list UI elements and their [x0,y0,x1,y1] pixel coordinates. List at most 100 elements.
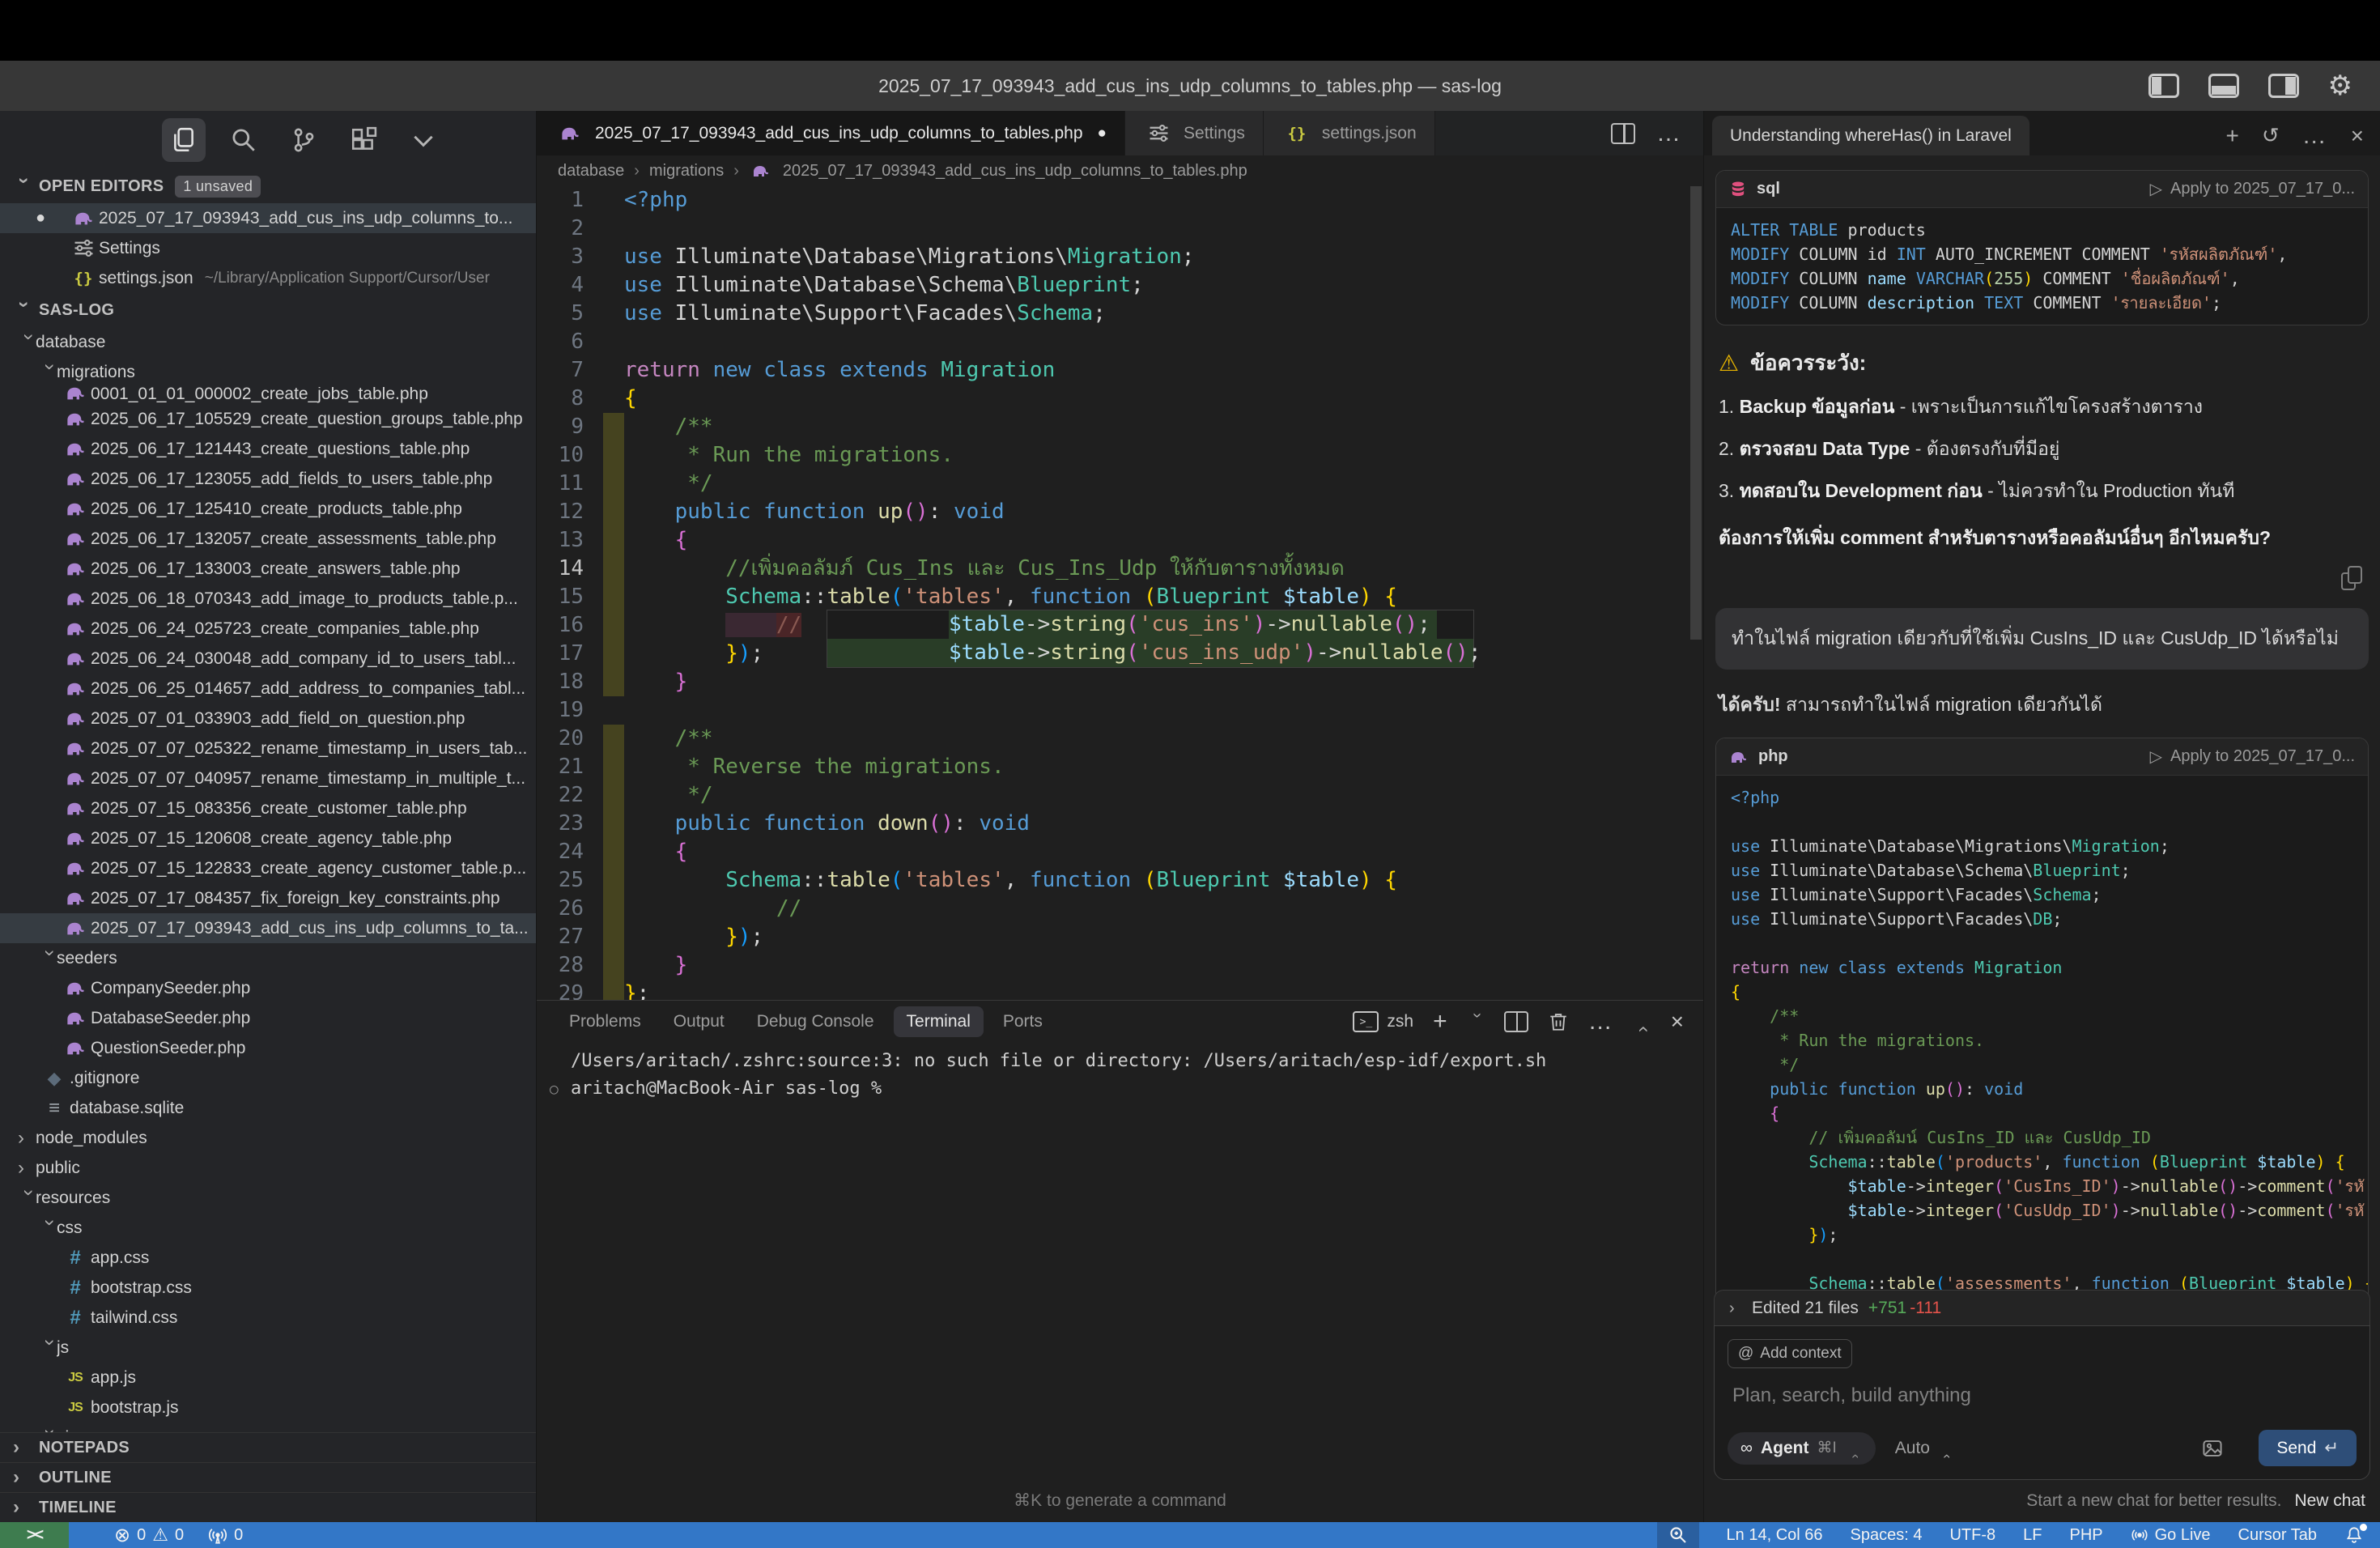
ports-status[interactable]: 0 [208,1525,243,1545]
chat-close-icon[interactable]: × [2351,123,2364,149]
tree-file-item[interactable]: 0001_01_01_000002_create_jobs_table.php [0,387,536,404]
apply-button[interactable]: ▷Apply to 2025_07_17_0... [2150,746,2355,767]
tree-file-item[interactable]: 2025_06_24_030048_add_company_id_to_user… [0,644,536,674]
split-editor-icon[interactable] [1611,123,1635,144]
tree-folder-item[interactable]: ›views [0,1423,536,1432]
inline-edit-suggestion[interactable]: $table->string('cus_ins')->nullable();$t… [827,610,1474,668]
tree-file-item[interactable]: 2025_07_15_120608_create_agency_table.ph… [0,823,536,853]
go-live-button[interactable]: Go Live [2131,1526,2211,1545]
chevron-down-icon[interactable] [402,118,445,162]
editor-tab[interactable]: {}settings.json [1264,111,1435,155]
add-context-chip[interactable]: @ Add context [1728,1339,1852,1368]
panel-more-icon[interactable]: … [1588,1017,1614,1027]
tree-folder-item[interactable]: ›js [0,1333,536,1363]
chat-tab[interactable]: Understanding whereHas() in Laravel [1712,116,2029,155]
send-button[interactable]: Send↵ [2259,1430,2357,1466]
tree-folder-item[interactable]: ›css [0,1213,536,1243]
search-icon[interactable] [222,118,266,162]
copy-icon[interactable] [2341,566,2362,590]
editor-scrollbar[interactable] [1690,186,1702,640]
panel-tab-terminal[interactable]: Terminal [894,1006,984,1037]
tree-file-item[interactable]: 2025_06_17_125410_create_products_table.… [0,494,536,524]
remote-indicator[interactable]: >< [0,1522,69,1548]
cursor-tab-toggle[interactable]: Cursor Tab [2238,1526,2317,1545]
tree-file-item[interactable]: ◆.gitignore [0,1063,536,1093]
terminal-dropdown-icon[interactable]: › [1469,1013,1485,1031]
chat-more-icon[interactable]: … [2302,131,2328,141]
editor-tab[interactable]: 2025_07_17_093943_add_cus_ins_udp_column… [537,111,1125,155]
open-editor-item[interactable]: {}settings.json~/Library/Application Sup… [0,263,536,293]
open-editors-header[interactable]: › OPEN EDITORS 1 unsaved [0,169,536,203]
tree-file-item[interactable]: 2025_06_17_105529_create_question_groups… [0,404,536,434]
problems-status[interactable]: ⊗ 0 ⚠ 0 [114,1524,184,1547]
tree-file-item[interactable]: QuestionSeeder.php [0,1033,536,1063]
extensions-icon[interactable] [342,118,385,162]
breadcrumb-item[interactable]: migrations [649,162,724,181]
timeline-header[interactable]: › TIMELINE [0,1492,536,1522]
tree-folder-item[interactable]: ›public [0,1153,536,1183]
breadcrumb[interactable]: database›migrations›2025_07_17_093943_ad… [537,155,1703,186]
eol-sequence[interactable]: LF [2023,1526,2042,1545]
tree-file-item[interactable]: 2025_07_15_083356_create_customer_table.… [0,793,536,823]
tree-file-item[interactable]: 2025_07_15_122833_create_agency_customer… [0,853,536,883]
edited-files-bar[interactable]: › Edited 21 files +751-111 [1714,1290,2370,1325]
toggle-bottom-panel-icon[interactable] [2208,74,2239,98]
tree-file-item[interactable]: JSapp.js [0,1363,536,1393]
new-chat-link[interactable]: New chat [2294,1491,2365,1511]
tree-file-item[interactable]: DatabaseSeeder.php [0,1003,536,1033]
editor-tab[interactable]: Settings [1125,111,1264,155]
panel-maximize-icon[interactable]: › [1633,1014,1652,1032]
indentation[interactable]: Spaces: 4 [1851,1526,1923,1545]
tree-file-item[interactable]: #bootstrap.css [0,1273,536,1303]
toggle-right-sidebar-icon[interactable] [2268,74,2299,98]
tree-file-item[interactable]: 2025_07_01_033903_add_field_on_question.… [0,704,536,734]
breadcrumb-file[interactable]: 2025_07_17_093943_add_cus_ins_udp_column… [783,162,1247,181]
terminal-output[interactable]: /Users/aritach/.zshrc:source:3: no such … [537,1043,1703,1104]
shell-label[interactable]: zsh [1387,1012,1413,1031]
split-terminal-icon[interactable] [1504,1011,1528,1032]
tree-folder-item[interactable]: ›database [0,327,536,357]
tree-file-item[interactable]: 2025_06_25_014657_add_address_to_compani… [0,674,536,704]
tree-file-item[interactable]: 2025_07_07_025322_rename_timestamp_in_us… [0,734,536,763]
chat-input-placeholder[interactable]: Plan, search, build anything [1732,1384,2352,1407]
editor-more-actions-icon[interactable]: … [1656,129,1682,138]
attach-image-icon[interactable] [2202,1438,2223,1459]
cursor-position[interactable]: Ln 14, Col 66 [1727,1526,1823,1545]
tree-file-item[interactable]: #tailwind.css [0,1303,536,1333]
chat-input-box[interactable]: @ Add context Plan, search, build anythi… [1714,1325,2370,1480]
tree-file-item[interactable]: 2025_07_17_084357_fix_foreign_key_constr… [0,883,536,913]
panel-tab-debug-console[interactable]: Debug Console [744,1006,887,1037]
tree-file-item[interactable]: #app.css [0,1243,536,1273]
tree-file-item[interactable]: ≡database.sqlite [0,1093,536,1123]
gear-icon[interactable]: ⚙ [2328,72,2352,100]
tree-folder-item[interactable]: ›node_modules [0,1123,536,1153]
toggle-left-sidebar-icon[interactable] [2148,74,2179,98]
source-control-icon[interactable] [282,118,325,162]
new-chat-icon[interactable]: + [2225,123,2238,149]
chat-history-icon[interactable]: ↺ [2262,123,2280,148]
tree-file-item[interactable]: 2025_06_17_132057_create_assessments_tab… [0,524,536,554]
tree-file-item[interactable]: 2025_06_24_025723_create_companies_table… [0,614,536,644]
tree-file-item[interactable]: 2025_06_18_070343_add_image_to_products_… [0,584,536,614]
agent-mode-selector[interactable]: ∞ Agent ⌘I › [1728,1432,1876,1465]
open-editor-item[interactable]: Settings [0,233,536,263]
apply-button[interactable]: ▷Apply to 2025_07_17_0... [2150,179,2355,199]
tree-folder-item[interactable]: ›seeders [0,943,536,973]
tree-folder-item[interactable]: ›migrations [0,357,536,387]
tree-file-item[interactable]: JSbootstrap.js [0,1393,536,1423]
project-root-header[interactable]: › SAS-LOG [0,293,536,327]
kill-terminal-icon[interactable] [1548,1011,1569,1032]
explorer-icon[interactable] [162,118,206,162]
panel-tab-problems[interactable]: Problems [556,1006,654,1037]
tree-folder-item[interactable]: ›resources [0,1183,536,1213]
panel-tab-ports[interactable]: Ports [990,1006,1056,1037]
tree-file-item[interactable]: 2025_06_17_121443_create_questions_table… [0,434,536,464]
notepads-header[interactable]: › NOTEPADS [0,1432,536,1462]
tree-file-item[interactable]: 2025_07_17_093943_add_cus_ins_udp_column… [0,913,536,943]
code-editor[interactable]: 1<?php23use Illuminate\Database\Migratio… [537,186,1703,1000]
tree-file-item[interactable]: 2025_06_17_133003_create_answers_table.p… [0,554,536,584]
tree-file-item[interactable]: 2025_06_17_123055_add_fields_to_users_ta… [0,464,536,494]
tree-file-item[interactable]: CompanySeeder.php [0,973,536,1003]
language-mode[interactable]: PHP [2069,1526,2102,1545]
outline-header[interactable]: › OUTLINE [0,1462,536,1492]
